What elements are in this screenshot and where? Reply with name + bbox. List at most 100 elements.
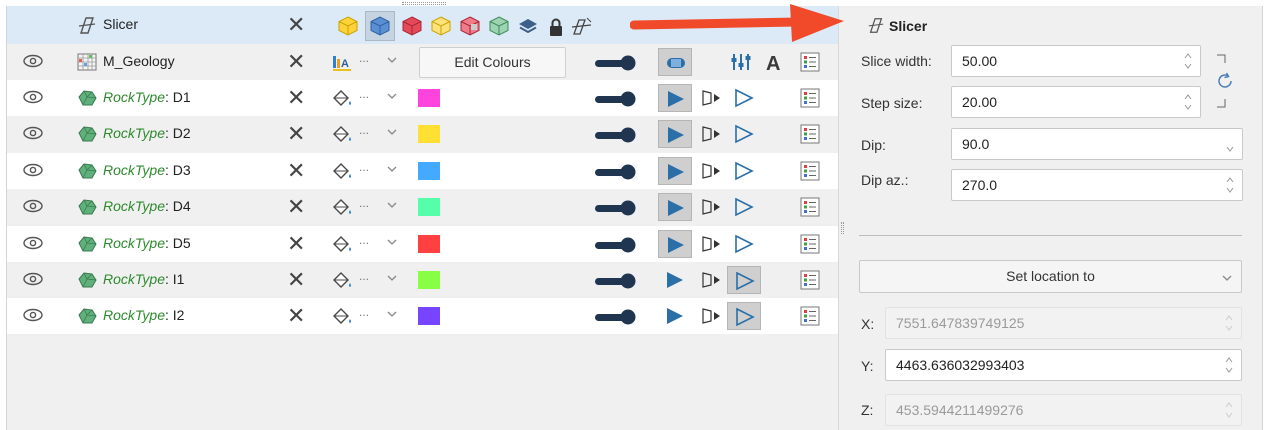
- colour-swatch[interactable]: [418, 125, 440, 144]
- chevron-down-icon[interactable]: [386, 272, 398, 284]
- label-font-icon[interactable]: A: [764, 51, 788, 73]
- close-icon[interactable]: ✕: [287, 269, 305, 291]
- layer-row[interactable]: RockType: I1 ✕ ...: [7, 262, 839, 298]
- legend-icon[interactable]: [800, 52, 820, 72]
- eye-icon[interactable]: [23, 272, 43, 286]
- layer-row[interactable]: RockType: D4 ✕ ...: [7, 189, 839, 226]
- legend-icon[interactable]: [800, 234, 820, 254]
- colour-swatch[interactable]: [418, 234, 440, 253]
- colour-category-icon[interactable]: A: [331, 53, 353, 73]
- close-icon[interactable]: ✕: [287, 14, 305, 36]
- dip-az-field[interactable]: 270.0: [951, 169, 1243, 201]
- step-size-field[interactable]: 20.00: [951, 86, 1201, 118]
- legend-icon[interactable]: [800, 124, 820, 144]
- colour-swatch[interactable]: [418, 307, 440, 326]
- opacity-toggle[interactable]: [595, 237, 637, 253]
- opacity-toggle[interactable]: [595, 127, 637, 143]
- layer-row[interactable]: RockType: D2 ✕ ...: [7, 116, 839, 153]
- options-dots[interactable]: ...: [359, 123, 369, 137]
- outline-fill-icon[interactable]: [700, 88, 724, 108]
- solid-view-toggle[interactable]: [658, 229, 692, 258]
- layers-icon[interactable]: [517, 15, 539, 37]
- eye-icon[interactable]: [23, 54, 43, 68]
- resize-grip[interactable]: [402, 2, 446, 5]
- close-icon[interactable]: ✕: [287, 232, 305, 255]
- spinner-icon[interactable]: [1184, 52, 1192, 70]
- spinner-icon[interactable]: [1226, 176, 1234, 194]
- red-cube-icon[interactable]: [401, 15, 423, 37]
- outline-fill-icon[interactable]: [700, 124, 724, 144]
- close-icon[interactable]: ✕: [287, 123, 305, 145]
- legend-icon[interactable]: [800, 197, 820, 217]
- spinner-icon[interactable]: [1225, 356, 1233, 374]
- chevron-down-icon[interactable]: [386, 308, 398, 320]
- options-dots[interactable]: ...: [359, 87, 369, 101]
- outline-view-toggle[interactable]: [727, 120, 761, 148]
- paint-bucket-icon[interactable]: [331, 307, 353, 327]
- legend-icon[interactable]: [800, 161, 820, 181]
- close-icon[interactable]: ✕: [287, 159, 305, 182]
- solid-view-toggle[interactable]: [658, 84, 692, 112]
- chevron-down-icon[interactable]: [386, 163, 398, 175]
- paint-bucket-icon[interactable]: [331, 125, 353, 145]
- close-icon[interactable]: ✕: [287, 87, 305, 109]
- paint-bucket-icon[interactable]: [331, 162, 353, 182]
- legend-icon[interactable]: [800, 270, 820, 290]
- green-cube-icon[interactable]: [488, 15, 510, 37]
- layer-row[interactable]: RockType: D3 ✕ ...: [7, 152, 839, 189]
- outline-view-toggle[interactable]: [727, 84, 761, 112]
- chevron-down-icon[interactable]: [386, 199, 398, 211]
- slicer-tool-icon[interactable]: [571, 15, 593, 37]
- outline-view-toggle[interactable]: [727, 193, 761, 221]
- opacity-toggle[interactable]: [595, 200, 637, 216]
- chevron-down-icon[interactable]: [386, 126, 398, 138]
- opacity-toggle[interactable]: [595, 91, 637, 107]
- opacity-toggle[interactable]: [595, 55, 637, 71]
- eye-icon[interactable]: [23, 308, 43, 322]
- layer-row[interactable]: RockType: D5 ✕ ...: [7, 225, 839, 262]
- eye-icon[interactable]: [23, 90, 43, 104]
- options-dots[interactable]: ...: [359, 269, 369, 283]
- legend-icon[interactable]: [800, 88, 820, 108]
- eye-icon[interactable]: [23, 126, 43, 140]
- eye-icon[interactable]: [23, 163, 43, 177]
- y-field[interactable]: 4463.636032993403: [885, 349, 1242, 381]
- colour-swatch[interactable]: [418, 198, 440, 217]
- options-dots[interactable]: ...: [359, 160, 369, 174]
- outline-fill-icon[interactable]: [700, 197, 724, 217]
- solid-view-toggle[interactable]: [658, 120, 692, 149]
- outline-fill-icon[interactable]: [700, 306, 724, 326]
- equalizer-icon[interactable]: [730, 52, 752, 72]
- slice-width-field[interactable]: 50.00: [951, 45, 1201, 77]
- outline-view-toggle[interactable]: [727, 157, 761, 185]
- options-dots[interactable]: ...: [359, 305, 369, 319]
- paint-bucket-icon[interactable]: [331, 89, 353, 109]
- legend-icon[interactable]: [800, 306, 820, 326]
- opacity-toggle[interactable]: [595, 309, 637, 325]
- reset-link-icon[interactable]: [1213, 52, 1237, 110]
- box-view-toggle[interactable]: [658, 48, 692, 76]
- solid-view-toggle[interactable]: [658, 266, 692, 294]
- spinner-icon[interactable]: [1226, 135, 1234, 153]
- paint-bucket-icon[interactable]: [331, 235, 353, 255]
- yellow-cube-outline-icon[interactable]: [430, 15, 452, 37]
- chevron-down-icon[interactable]: [386, 90, 398, 102]
- colour-swatch[interactable]: [418, 161, 440, 180]
- colour-swatch[interactable]: [418, 271, 440, 289]
- outline-fill-icon[interactable]: [700, 270, 724, 290]
- blue-cube-selected[interactable]: [365, 11, 395, 41]
- options-dots[interactable]: ...: [359, 196, 369, 210]
- eye-icon[interactable]: [23, 236, 43, 250]
- edit-colours-button[interactable]: Edit Colours: [419, 47, 566, 78]
- opacity-toggle[interactable]: [595, 273, 637, 289]
- outline-view-toggle[interactable]: [727, 302, 761, 331]
- outline-fill-icon[interactable]: [700, 161, 724, 181]
- outline-view-toggle[interactable]: [727, 230, 761, 258]
- outline-view-toggle[interactable]: [727, 266, 761, 294]
- red-split-cube-icon[interactable]: [459, 15, 481, 37]
- close-icon[interactable]: ✕: [287, 51, 305, 73]
- opacity-toggle[interactable]: [595, 164, 637, 180]
- lock-icon[interactable]: [545, 16, 567, 38]
- layer-row[interactable]: RockType: I2 ✕ ...: [7, 298, 839, 335]
- solid-view-toggle[interactable]: [658, 302, 692, 330]
